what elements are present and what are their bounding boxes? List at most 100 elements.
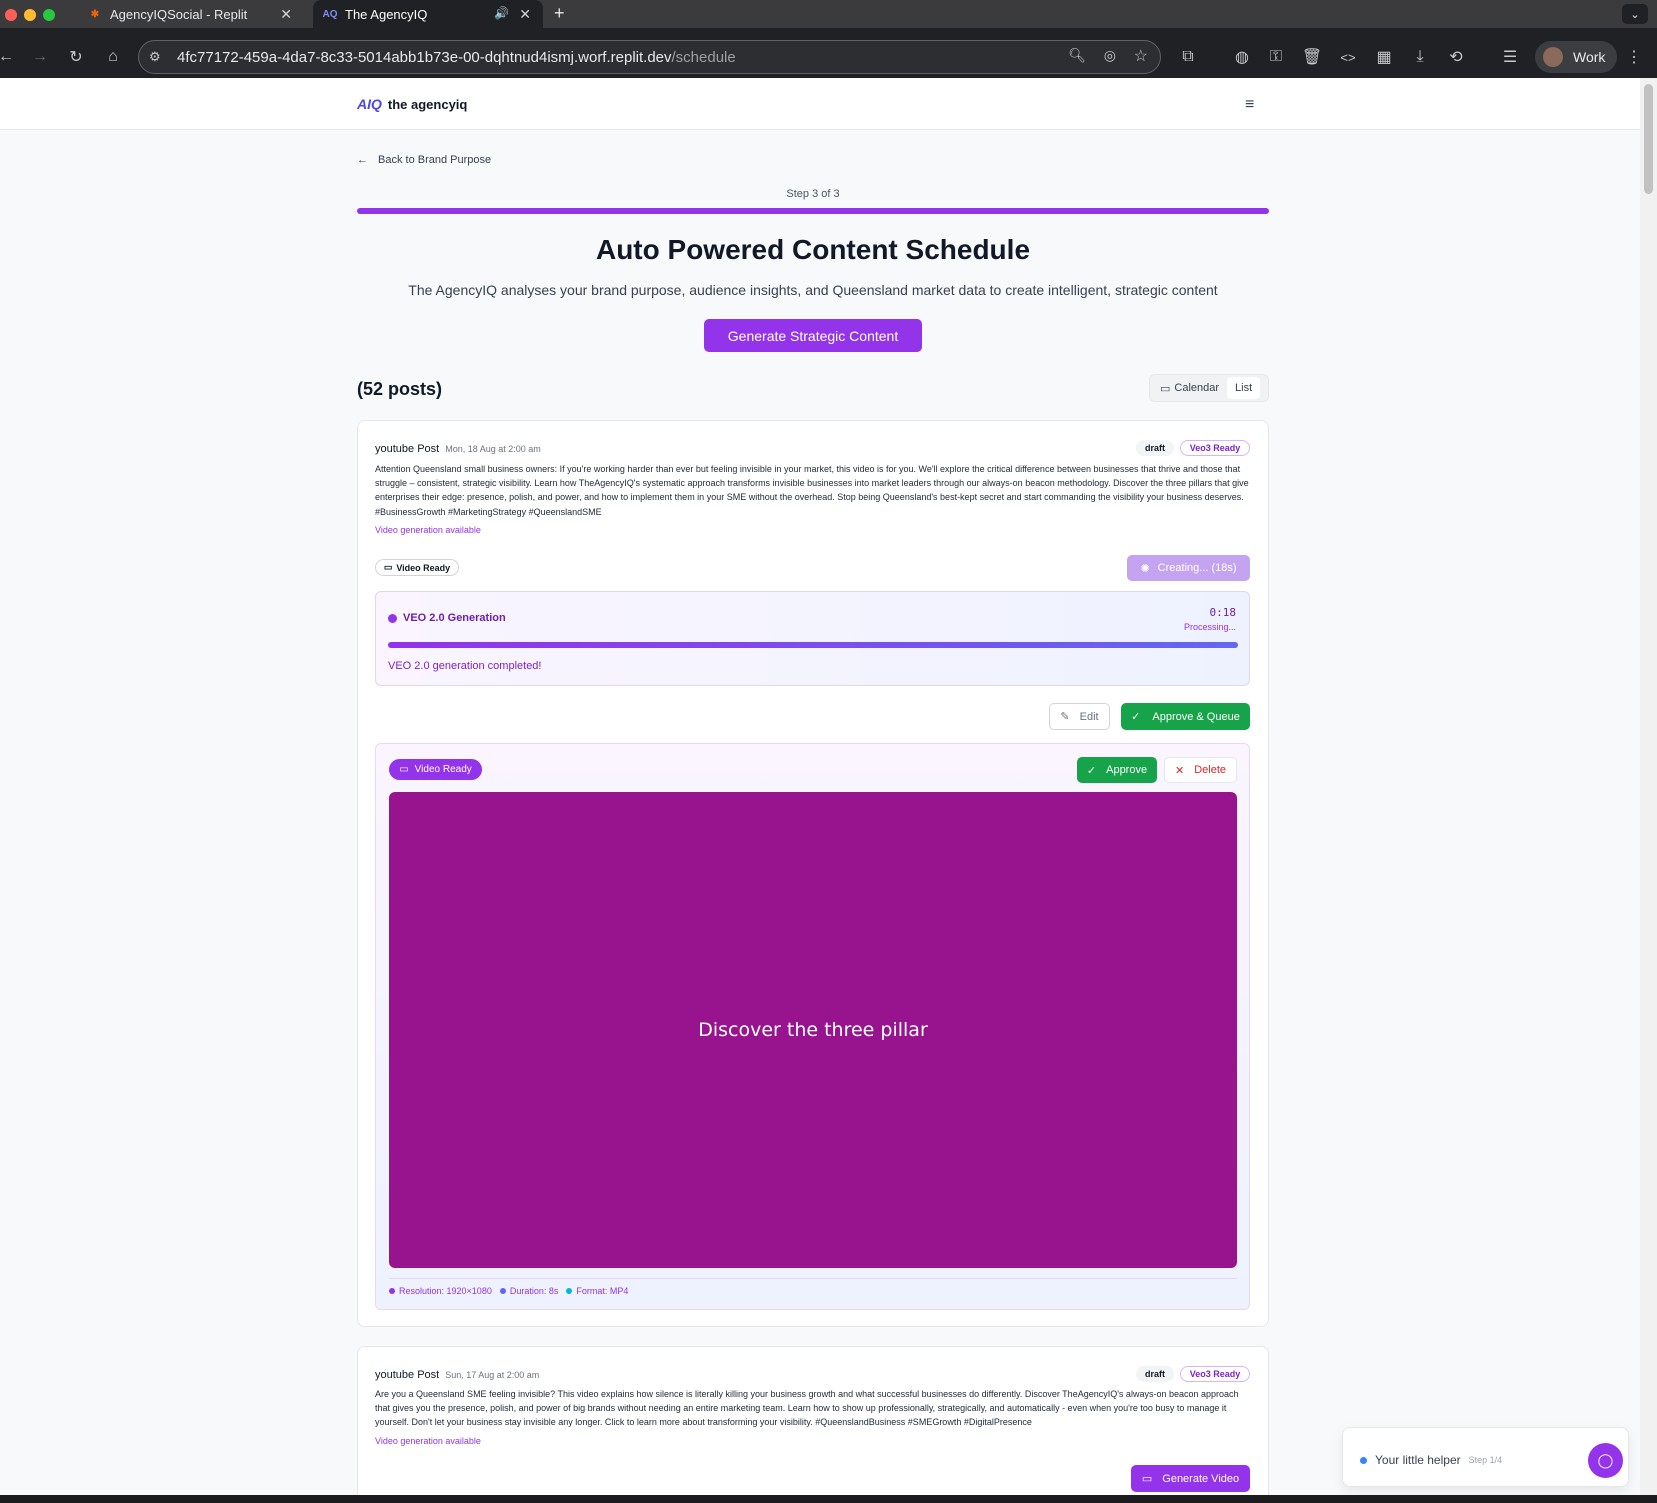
video-camera-icon: ▭ xyxy=(383,562,393,572)
dot-icon xyxy=(566,1288,573,1294)
tab-search-icon[interactable]: ⌄ xyxy=(1622,4,1648,24)
window-bottom-edge xyxy=(0,1495,1657,1503)
dot-icon xyxy=(389,1288,395,1294)
resolution-text: Resolution: 1920×1080 xyxy=(399,1286,492,1296)
generate-video-label: Generate Video xyxy=(1162,1472,1240,1485)
password-key-icon[interactable]: ⚿ xyxy=(1264,45,1288,69)
generate-strategic-content-button[interactable]: Generate Strategic Content xyxy=(704,319,922,352)
status-badge: draft xyxy=(1136,440,1174,456)
url-path: /schedule xyxy=(671,48,736,66)
list-label: List xyxy=(1235,382,1253,394)
spinner-icon: ✺ xyxy=(1140,562,1150,575)
code-icon[interactable]: <> xyxy=(1336,45,1360,69)
browser-tab-agencyiq[interactable]: AQ The AgencyIQ 🔊 ✕ xyxy=(313,0,543,28)
approve-and-queue-button[interactable]: ✓ Approve & Queue xyxy=(1121,703,1250,730)
avatar xyxy=(1543,47,1563,67)
veo-ready-badge: Veo3 Ready xyxy=(1180,1366,1250,1382)
layout-icon[interactable]: ▦ xyxy=(1372,45,1396,69)
history-icon[interactable]: ⟲ xyxy=(1444,45,1468,69)
edit-icon: ✎ xyxy=(1060,711,1070,723)
video-available-text: Video generation available xyxy=(375,1436,481,1446)
divider xyxy=(389,1278,1237,1279)
reload-icon[interactable]: ↻ xyxy=(64,45,88,69)
edit-button[interactable]: ✎ Edit xyxy=(1049,703,1110,730)
trash-icon[interactable]: 🗑︎ xyxy=(1300,45,1324,69)
post-type: youtube Post xyxy=(375,1369,440,1381)
calendar-icon: ▭ xyxy=(1160,382,1171,395)
home-icon[interactable]: ⌂ xyxy=(101,45,125,69)
maximize-window-button[interactable] xyxy=(43,9,55,21)
post-date: Mon, 18 Aug at 2:00 am xyxy=(445,444,541,454)
incognito-icon[interactable]: ◍ xyxy=(1230,45,1254,69)
post-header: youtube Post Sun, 17 Aug at 2:00 am xyxy=(375,1369,539,1381)
back-link-label: Back to Brand Purpose xyxy=(378,154,492,166)
list-view-button[interactable]: List xyxy=(1227,377,1261,399)
bookmark-star-icon[interactable]: ☆ xyxy=(1134,46,1148,66)
zoom-icon[interactable]: 🔍︎ xyxy=(1068,47,1086,64)
video-ready-chip: ▭ Video Ready xyxy=(375,559,459,576)
minimize-window-button[interactable] xyxy=(24,9,36,21)
page-title: Auto Powered Content Schedule xyxy=(595,234,1031,265)
delete-video-button[interactable]: ✕ Delete xyxy=(1164,757,1237,783)
post-body: Are you a Queensland SME feeling invisib… xyxy=(375,1389,1239,1428)
dot-icon xyxy=(499,1288,506,1294)
post-header: youtube Post Mon, 18 Aug at 2:00 am xyxy=(375,443,541,455)
generation-title-label: VEO 2.0 Generation xyxy=(403,612,506,624)
format-text: Format: MP4 xyxy=(576,1286,629,1296)
extensions-icon[interactable]: ⧉ xyxy=(1176,45,1200,69)
back-icon[interactable]: ← xyxy=(0,45,18,69)
video-available-text: Video generation available xyxy=(375,525,481,535)
generate-video-button[interactable]: ▭ Generate Video xyxy=(1131,1465,1250,1492)
duration-text: Duration: 8s xyxy=(509,1286,559,1296)
x-icon: ✕ xyxy=(1174,764,1185,777)
app-logo[interactable]: AIQ the agencyiq xyxy=(357,96,467,112)
browser-tab-replit[interactable]: ✱ AgencyIQSocial - Replit ✕ xyxy=(78,0,304,28)
approve-queue-label: Approve & Queue xyxy=(1152,710,1240,723)
back-to-brand-purpose-link[interactable]: ← Back to Brand Purpose xyxy=(357,154,491,166)
reading-list-icon[interactable]: ☰ xyxy=(1498,45,1522,69)
status-dot-icon xyxy=(388,613,397,623)
logo-text: the agencyiq xyxy=(387,96,468,112)
address-bar[interactable]: ⚙ 4fc77172-459a-4da7-8c33-5014abb1b73e-0… xyxy=(138,40,1161,74)
video-camera-icon: ▭ xyxy=(1141,1473,1153,1485)
browser-menu-icon[interactable]: ⋮ xyxy=(1622,45,1646,69)
check-icon: ✓ xyxy=(1086,764,1097,777)
video-ready-badge: ▭ Video Ready xyxy=(389,759,482,780)
video-ready-label: Video Ready xyxy=(414,764,472,775)
close-tab-icon[interactable]: ✕ xyxy=(519,6,531,23)
generation-message: VEO 2.0 generation completed! xyxy=(388,660,542,672)
page-subtitle: The AgencyIQ analyses your brand purpose… xyxy=(408,282,1218,298)
close-window-button[interactable] xyxy=(5,9,17,21)
tab-title: AgencyIQSocial - Replit xyxy=(110,6,248,22)
video-camera-icon: ▭ xyxy=(399,764,409,775)
replit-favicon-icon: ✱ xyxy=(90,8,100,20)
creating-video-button[interactable]: ✺ Creating... (18s) xyxy=(1127,555,1250,581)
app-header xyxy=(0,78,1640,130)
chat-icon[interactable]: ◯ xyxy=(1588,1443,1623,1478)
page-scrollbar[interactable] xyxy=(1640,78,1657,1495)
close-tab-icon[interactable]: ✕ xyxy=(280,6,292,23)
profile-button[interactable]: Work xyxy=(1535,41,1617,73)
agencyiq-favicon-icon: AQ xyxy=(322,8,338,20)
eye-off-icon[interactable]: ◎ xyxy=(1104,47,1116,64)
forward-icon[interactable]: → xyxy=(28,45,52,69)
new-tab-icon[interactable]: + xyxy=(554,3,565,24)
calendar-view-button[interactable]: ▭ Calendar xyxy=(1152,377,1227,399)
generation-state: Processing... xyxy=(1183,622,1236,632)
download-icon[interactable]: ⤓ xyxy=(1408,45,1432,69)
video-caption: Discover the three pillar xyxy=(698,1019,928,1041)
video-player[interactable]: Discover the three pillar xyxy=(389,792,1237,1268)
site-info-icon[interactable]: ⚙ xyxy=(149,49,161,65)
profile-label: Work xyxy=(1573,49,1606,65)
post-count: (52 posts) xyxy=(357,379,443,399)
approve-video-button[interactable]: ✓ Approve xyxy=(1077,757,1157,783)
video-metadata: Resolution: 1920×1080 Duration: 8s Forma… xyxy=(389,1286,628,1296)
post-body: Attention Queensland small business owne… xyxy=(375,464,1249,517)
delete-label: Delete xyxy=(1194,764,1226,776)
audio-playing-icon[interactable]: 🔊 xyxy=(494,6,509,20)
edit-label: Edit xyxy=(1079,710,1099,723)
calendar-label: Calendar xyxy=(1174,382,1220,394)
helper-step: Step 1/4 xyxy=(1468,1455,1503,1465)
hamburger-menu-icon[interactable]: ≡ xyxy=(1245,96,1254,114)
scrollbar-thumb[interactable] xyxy=(1644,84,1653,194)
